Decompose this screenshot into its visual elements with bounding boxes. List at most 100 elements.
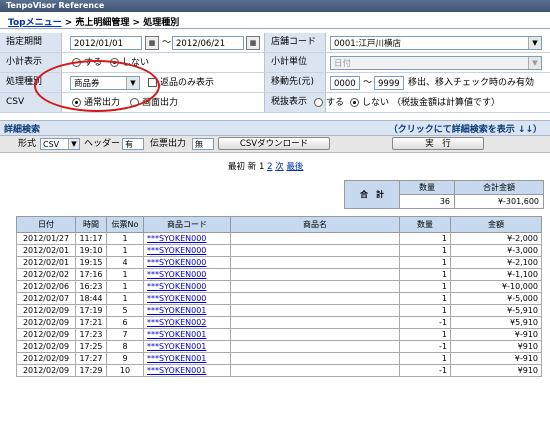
period-label: 指定期間: [0, 33, 62, 52]
summary-label: 合 計: [344, 180, 400, 209]
product-code-link[interactable]: ***SYOKEN000: [147, 258, 206, 267]
cell-product-code: ***SYOKEN002: [143, 316, 231, 329]
cell-time: 18:44: [75, 292, 107, 305]
tax-no-radio[interactable]: [350, 98, 359, 107]
col-date: 日付: [16, 216, 76, 233]
table-row: 2012/02/07 18:44 1 ***SYOKEN000 1 ¥-5,000: [16, 292, 542, 305]
calendar-icon[interactable]: ▦: [246, 36, 260, 50]
cell-amount: ¥-2,100: [450, 256, 542, 269]
pager-page-2-link[interactable]: 2: [267, 162, 272, 172]
cell-amount: ¥-10,000: [450, 280, 542, 293]
form-row-period: 指定期間 2012/01/01 ▦ ～ 2012/06/21 ▦ 店舗コード 0…: [0, 33, 550, 53]
cell-slip-no: 1: [106, 244, 144, 257]
subtotal-unit-label: 小計単位: [264, 53, 326, 72]
cell-product-name: [230, 292, 400, 305]
cell-product-name: [230, 316, 400, 329]
cell-date: 2012/01/27: [16, 232, 76, 245]
summary-amount: ¥-301,600: [454, 194, 544, 209]
detail-search-toggle[interactable]: （クリックにて詳細検索を表示 ↓↓）: [389, 122, 542, 135]
calendar-icon[interactable]: ▦: [145, 36, 159, 50]
cell-qty: -1: [399, 340, 451, 353]
transfer-from-input[interactable]: 0000: [330, 76, 360, 90]
product-code-link[interactable]: ***SYOKEN000: [147, 246, 206, 255]
product-code-link[interactable]: ***SYOKEN000: [147, 294, 206, 303]
cell-product-name: [230, 256, 400, 269]
cell-slip-no: 9: [106, 352, 144, 365]
product-code-link[interactable]: ***SYOKEN000: [147, 270, 206, 279]
col-qty: 数量: [399, 216, 451, 233]
product-code-link[interactable]: ***SYOKEN001: [147, 354, 206, 363]
cell-date: 2012/02/01: [16, 244, 76, 257]
period-to-input[interactable]: 2012/06/21: [172, 36, 244, 50]
cell-date: 2012/02/09: [16, 340, 76, 353]
cell-qty: 1: [399, 232, 451, 245]
cell-product-code: ***SYOKEN001: [143, 328, 231, 341]
detail-search-bar[interactable]: 詳細検索 （クリックにて詳細検索を表示 ↓↓）: [0, 120, 550, 136]
csv-download-button[interactable]: CSVダウンロード: [218, 137, 330, 150]
product-code-link[interactable]: ***SYOKEN001: [147, 330, 206, 339]
cell-amount: ¥910: [450, 340, 542, 353]
product-code-link[interactable]: ***SYOKEN001: [147, 306, 206, 315]
summary-amount-header: 合計金額: [454, 180, 544, 195]
cell-time: 17:21: [75, 316, 107, 329]
header-select[interactable]: 有: [122, 138, 144, 150]
tax-yes-radio[interactable]: [314, 98, 323, 107]
pager-last-link[interactable]: 最後: [286, 162, 303, 172]
sales-table: 日付 時間 伝票No 商品コード 商品名 数量 金額 2012/01/27 11:…: [16, 216, 542, 377]
cell-date: 2012/02/09: [16, 304, 76, 317]
cell-product-name: [230, 232, 400, 245]
cell-date: 2012/02/06: [16, 280, 76, 293]
cell-slip-no: 1: [106, 232, 144, 245]
product-code-link[interactable]: ***SYOKEN000: [147, 282, 206, 291]
pager: 最初 新 1 2 次 最後: [228, 160, 303, 172]
cell-product-name: [230, 328, 400, 341]
cell-time: 17:25: [75, 340, 107, 353]
period-from-input[interactable]: 2012/01/01: [70, 36, 142, 50]
chevron-down-icon: ▼: [528, 37, 541, 49]
cell-date: 2012/02/09: [16, 328, 76, 341]
cell-product-code: ***SYOKEN001: [143, 352, 231, 365]
cell-slip-no: 7: [106, 328, 144, 341]
format-select[interactable]: CSV ▼: [40, 138, 80, 150]
table-row: 2012/02/06 16:23 1 ***SYOKEN000 1 ¥-10,000: [16, 280, 542, 293]
cell-date: 2012/02/09: [16, 364, 76, 377]
summary-table: 合 計 数量 合計金額 36 ¥-301,600: [344, 180, 544, 209]
table-header-row: 日付 時間 伝票No 商品コード 商品名 数量 金額: [16, 216, 542, 233]
slip-select[interactable]: 無: [192, 138, 214, 150]
table-row: 2012/02/09 17:29 10 ***SYOKEN001 -1 ¥910: [16, 364, 542, 377]
table-row: 2012/02/09 17:25 8 ***SYOKEN001 -1 ¥910: [16, 340, 542, 353]
chevron-down-icon: ▼: [68, 139, 79, 149]
cell-qty: 1: [399, 244, 451, 257]
cell-product-name: [230, 244, 400, 257]
product-code-link[interactable]: ***SYOKEN001: [147, 366, 206, 375]
product-code-link[interactable]: ***SYOKEN002: [147, 318, 206, 327]
cell-date: 2012/02/01: [16, 256, 76, 269]
table-row: 2012/02/02 17:16 1 ***SYOKEN000 1 ¥-1,100: [16, 268, 542, 281]
cell-product-name: [230, 280, 400, 293]
pager-next-link[interactable]: 次: [275, 162, 284, 172]
product-code-link[interactable]: ***SYOKEN000: [147, 234, 206, 243]
cell-product-name: [230, 304, 400, 317]
execute-button[interactable]: 実 行: [392, 137, 484, 150]
cell-qty: 1: [399, 280, 451, 293]
cell-product-name: [230, 352, 400, 365]
transfer-to-input[interactable]: 9999: [374, 76, 404, 90]
breadcrumb-home-link[interactable]: Topメニュー: [8, 18, 62, 28]
subtotal-unit-select[interactable]: 日付 ▼: [330, 56, 542, 70]
cell-product-code: ***SYOKEN000: [143, 256, 231, 269]
cell-amount: ¥-910: [450, 352, 542, 365]
cell-date: 2012/02/07: [16, 292, 76, 305]
product-code-link[interactable]: ***SYOKEN001: [147, 342, 206, 351]
cell-product-code: ***SYOKEN000: [143, 268, 231, 281]
cell-amount: ¥-910: [450, 328, 542, 341]
highlight-circle-annotation: [34, 60, 160, 112]
options-bar: 形式 CSV ▼ ヘッダー 有 伝票出力 無 CSVダウンロード 実 行: [0, 136, 550, 153]
table-row: 2012/02/09 17:21 6 ***SYOKEN002 -1 ¥5,910: [16, 316, 542, 329]
store-select[interactable]: 0001:江戸川横店 ▼: [330, 36, 542, 50]
cell-time: 17:16: [75, 268, 107, 281]
cell-amount: ¥-3,000: [450, 244, 542, 257]
cell-qty: 1: [399, 268, 451, 281]
cell-product-code: ***SYOKEN001: [143, 340, 231, 353]
pager-new: 新: [247, 162, 257, 172]
cell-amount: ¥-1,100: [450, 268, 542, 281]
